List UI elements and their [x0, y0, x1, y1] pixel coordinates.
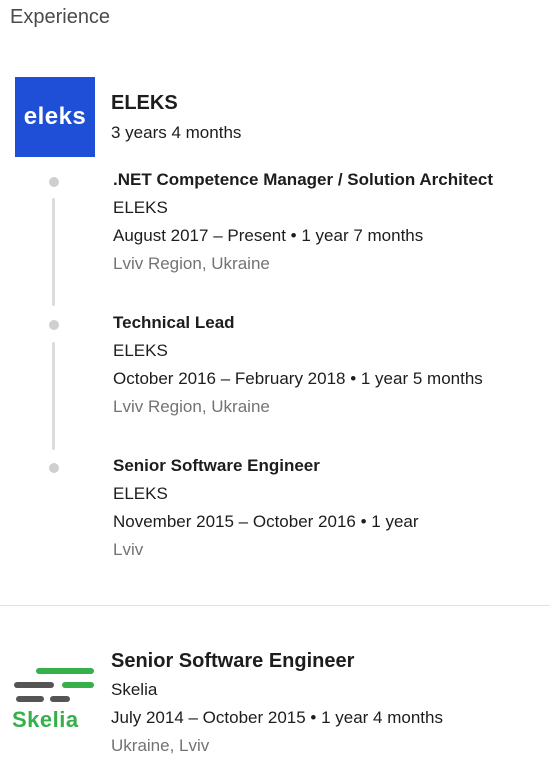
- job-title[interactable]: Senior Software Engineer: [111, 646, 443, 676]
- company-duration: 3 years 4 months: [111, 123, 242, 142]
- logo-bar: [36, 668, 94, 674]
- job-dates: July 2014 – October 2015 • 1 year 4 mont…: [111, 708, 443, 727]
- section-divider: [0, 605, 550, 606]
- timeline-dot: [49, 463, 59, 473]
- role-item[interactable]: .NET Competence Manager / Solution Archi…: [113, 166, 493, 278]
- timeline-line: [52, 198, 55, 306]
- role-dates: November 2015 – October 2016 • 1 year: [113, 512, 419, 531]
- role-item[interactable]: Technical Lead ELEKS October 2016 – Febr…: [113, 309, 483, 421]
- section-title: Experience: [10, 6, 111, 28]
- skelia-logo[interactable]: Skelia: [10, 664, 100, 734]
- role-title[interactable]: Senior Software Engineer: [113, 452, 419, 480]
- role-company: ELEKS: [113, 484, 168, 503]
- role-company: ELEKS: [113, 341, 168, 360]
- role-location: Lviv: [113, 540, 144, 559]
- eleks-logo-text: eleks: [23, 103, 87, 130]
- role-location: Lviv Region, Ukraine: [113, 254, 270, 273]
- logo-bar: [50, 696, 70, 702]
- logo-bar: [14, 682, 54, 688]
- skelia-logo-text: Skelia: [12, 707, 79, 732]
- timeline-dot: [49, 177, 59, 187]
- role-item[interactable]: Senior Software Engineer ELEKS November …: [113, 452, 419, 564]
- eleks-logo[interactable]: eleks: [15, 77, 95, 157]
- logo-bar: [16, 696, 44, 702]
- timeline-line: [52, 342, 55, 450]
- job-item[interactable]: Senior Software Engineer Skelia July 201…: [111, 646, 443, 760]
- role-title[interactable]: .NET Competence Manager / Solution Archi…: [113, 166, 493, 194]
- timeline-dot: [49, 320, 59, 330]
- role-dates: August 2017 – Present • 1 year 7 months: [113, 226, 424, 245]
- company-name[interactable]: ELEKS: [111, 92, 178, 115]
- logo-bar: [62, 682, 94, 688]
- role-dates: October 2016 – February 2018 • 1 year 5 …: [113, 369, 483, 388]
- job-company: Skelia: [111, 680, 158, 699]
- job-location: Ukraine, Lviv: [111, 736, 210, 755]
- role-company: ELEKS: [113, 198, 168, 217]
- role-location: Lviv Region, Ukraine: [113, 397, 270, 416]
- role-title[interactable]: Technical Lead: [113, 309, 483, 337]
